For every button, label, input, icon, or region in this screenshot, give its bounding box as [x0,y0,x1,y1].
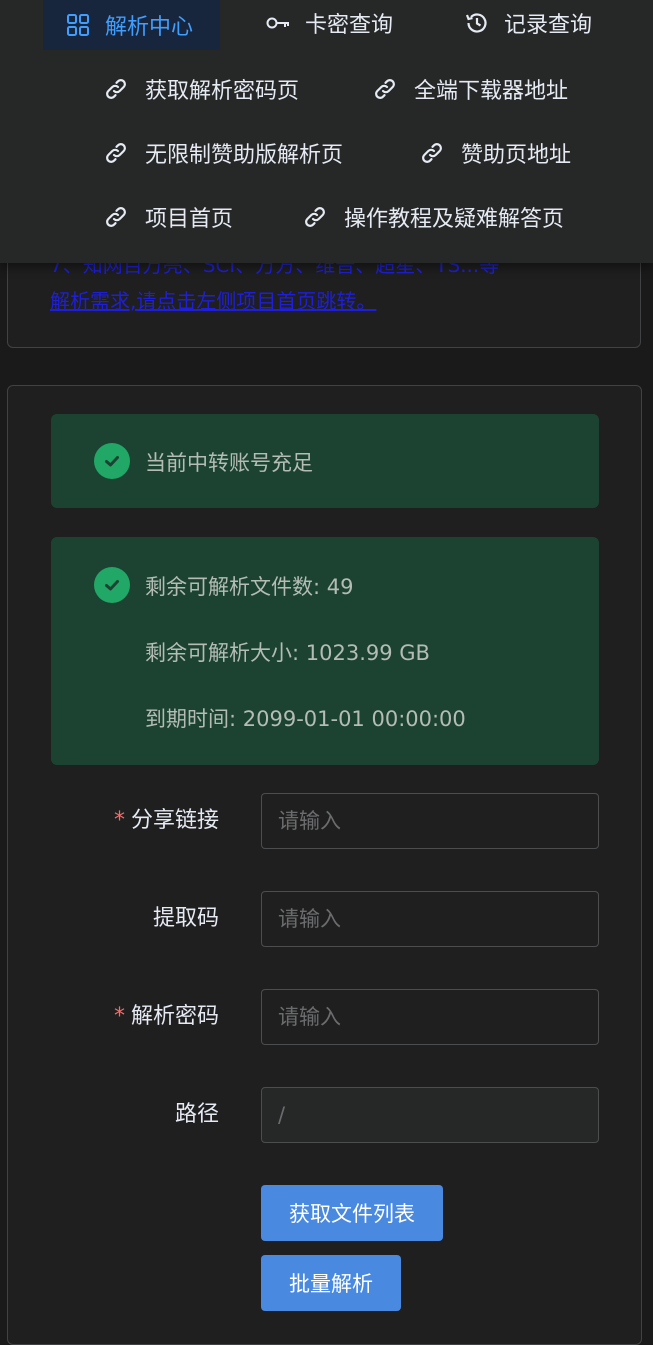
success-check-icon [94,567,130,603]
link-icon [103,140,129,166]
batch-parse-button[interactable]: 批量解析 [261,1255,401,1311]
nav-link-label: 获取解析密码页 [145,79,300,104]
nav-item-record-query[interactable]: 记录查询 [464,0,592,46]
parse-password-label: * 解析密码 [113,1004,219,1029]
share-link-row: * 分享链接 [8,793,643,849]
nav-item-card-query[interactable]: 卡密查询 [265,0,393,46]
account-status-text: 当前中转账号充足 [145,451,313,475]
parse-form-card: 当前中转账号充足 剩余可解析文件数: 49 剩余可解析大小: 1023.99 G… [7,385,642,1345]
get-file-list-button[interactable]: 获取文件列表 [261,1185,443,1241]
nav-link-label: 操作教程及疑难解答页 [344,207,565,232]
success-check-icon [94,443,130,479]
nav-item-label: 卡密查询 [305,13,394,38]
required-mark: * [113,808,125,833]
history-icon [464,10,490,36]
extract-code-input[interactable] [261,891,599,947]
extract-code-label: 提取码 [152,906,219,931]
notice-text-a: 解析需求,请点击左侧 [50,289,237,313]
nav-link-label: 赞助页地址 [461,143,572,168]
parse-password-input[interactable] [261,989,599,1045]
nav-link-get-password-page[interactable]: 获取解析密码页 [103,72,299,106]
nav-link-project-home[interactable]: 项目首页 [103,200,233,234]
expire-time-text: 到期时间: 2099-01-01 00:00:00 [145,707,466,731]
extract-code-row: 提取码 [8,891,643,947]
nav-link-tutorial-faq[interactable]: 操作教程及疑难解答页 [302,200,564,234]
notice-last-line: 解析需求,请点击左侧项目首页跳转。 [50,283,610,319]
notice-text-b: 跳转。 [316,289,377,313]
path-label: 路径 [174,1102,219,1127]
files-left-text: 剩余可解析文件数: 49 [145,575,354,599]
link-icon [103,76,129,102]
size-left-text: 剩余可解析大小: 1023.99 GB [145,641,430,665]
grid-icon [65,12,91,38]
nav-link-label: 全端下载器地址 [414,79,569,104]
nav-link-sponsor-parse-page[interactable]: 无限制赞助版解析页 [103,136,343,170]
top-navigation-menu: 解析中心 卡密查询 记录查询 获取解析密码页 全端下载器地址 无限制赞助版解析页… [0,0,653,263]
nav-link-label: 项目首页 [145,207,234,232]
required-mark: * [113,1004,125,1029]
path-row: 路径 [8,1087,643,1143]
nav-link-sponsor-address[interactable]: 赞助页地址 [419,136,571,170]
link-icon [419,140,445,166]
parse-password-row: * 解析密码 [8,989,643,1045]
key-icon [265,10,291,36]
nav-item-label: 记录查询 [504,13,593,38]
share-link-input[interactable] [261,793,599,849]
link-icon [372,76,398,102]
nav-item-label: 解析中心 [105,15,194,40]
link-icon [103,204,129,230]
nav-item-parse-center[interactable]: 解析中心 [43,0,220,50]
notice-project-home-link[interactable]: 项目首页 [236,289,316,313]
quota-status-alert: 剩余可解析文件数: 49 剩余可解析大小: 1023.99 GB 到期时间: 2… [51,537,599,765]
share-link-label: * 分享链接 [113,808,219,833]
account-status-alert: 当前中转账号充足 [51,414,599,508]
link-icon [302,204,328,230]
path-input[interactable] [261,1087,599,1143]
nav-link-label: 无限制赞助版解析页 [145,143,344,168]
nav-link-downloader-address[interactable]: 全端下载器地址 [372,72,568,106]
